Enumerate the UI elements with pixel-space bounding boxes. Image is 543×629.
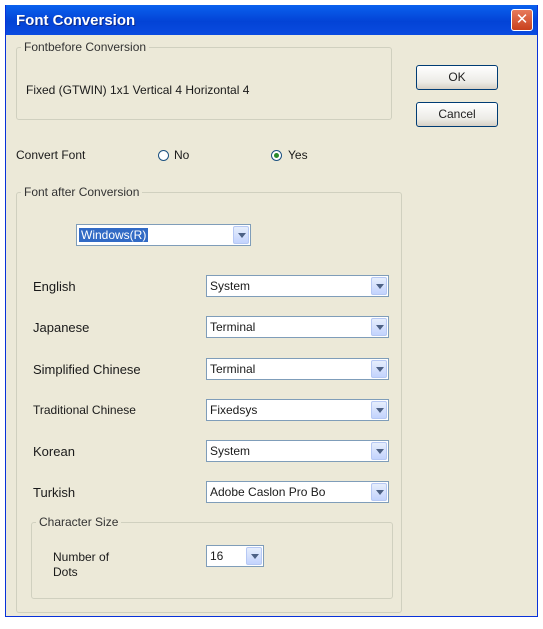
font-conversion-dialog: Font Conversion ✕ Fontbefore Conversion … (5, 5, 538, 617)
english-font-value: System (210, 279, 251, 293)
japanese-label: Japanese (33, 320, 90, 335)
source-font-value: Windows(R) (79, 228, 149, 242)
convert-no-radio[interactable] (158, 150, 169, 161)
convert-font-label: Convert Font (16, 148, 86, 162)
simplified-chinese-font-select[interactable]: Terminal (206, 358, 389, 380)
turkish-font-select[interactable]: Adobe Caslon Pro Bo (206, 481, 389, 503)
chevron-down-icon[interactable] (371, 483, 387, 501)
korean-font-select[interactable]: System (206, 440, 389, 462)
traditional-chinese-font-select[interactable]: Fixedsys (206, 399, 389, 421)
convert-no-label[interactable]: No (174, 148, 189, 162)
ok-button[interactable]: OK (416, 65, 498, 90)
source-font-select[interactable]: Windows(R) (76, 224, 251, 246)
font-after-legend: Font after Conversion (24, 185, 140, 199)
chevron-down-icon[interactable] (233, 226, 249, 244)
font-before-legend: Fontbefore Conversion (24, 40, 147, 54)
number-of-dots-line2: Dots (53, 565, 78, 579)
number-of-dots-label: Number of Dots (53, 550, 109, 580)
font-before-value: Fixed (GTWIN) 1x1 Vertical 4 Horizontal … (26, 83, 250, 97)
turkish-label: Turkish (33, 485, 76, 500)
number-of-dots-line1: Number of (53, 550, 110, 564)
chevron-down-icon[interactable] (246, 547, 262, 565)
cancel-button[interactable]: Cancel (416, 102, 498, 127)
chevron-down-icon[interactable] (371, 318, 387, 336)
simplified-chinese-label: Simplified Chinese (33, 362, 141, 377)
korean-label: Korean (33, 444, 75, 459)
simplified-chinese-font-value: Terminal (210, 362, 256, 376)
english-label: English (33, 279, 76, 294)
window-title: Font Conversion (16, 12, 136, 29)
traditional-chinese-font-value: Fixedsys (210, 403, 258, 417)
number-of-dots-value: 16 (210, 549, 224, 563)
chevron-down-icon[interactable] (371, 277, 387, 295)
traditional-chinese-label: Traditional Chinese (33, 403, 136, 417)
number-of-dots-select[interactable]: 16 (206, 545, 264, 567)
turkish-font-value: Adobe Caslon Pro Bo (210, 485, 326, 499)
chevron-down-icon[interactable] (371, 360, 387, 378)
chevron-down-icon[interactable] (371, 401, 387, 419)
title-bar[interactable]: Font Conversion ✕ (6, 5, 537, 35)
close-icon: ✕ (515, 11, 529, 28)
character-size-legend: Character Size (39, 515, 119, 529)
english-font-select[interactable]: System (206, 275, 389, 297)
korean-font-value: System (210, 444, 251, 458)
chevron-down-icon[interactable] (371, 442, 387, 460)
japanese-font-select[interactable]: Terminal (206, 316, 389, 338)
font-before-group: Fontbefore Conversion (16, 40, 392, 120)
close-button[interactable]: ✕ (511, 9, 533, 31)
convert-yes-label[interactable]: Yes (288, 148, 308, 162)
japanese-font-value: Terminal (210, 320, 256, 334)
convert-yes-radio[interactable] (271, 150, 282, 161)
